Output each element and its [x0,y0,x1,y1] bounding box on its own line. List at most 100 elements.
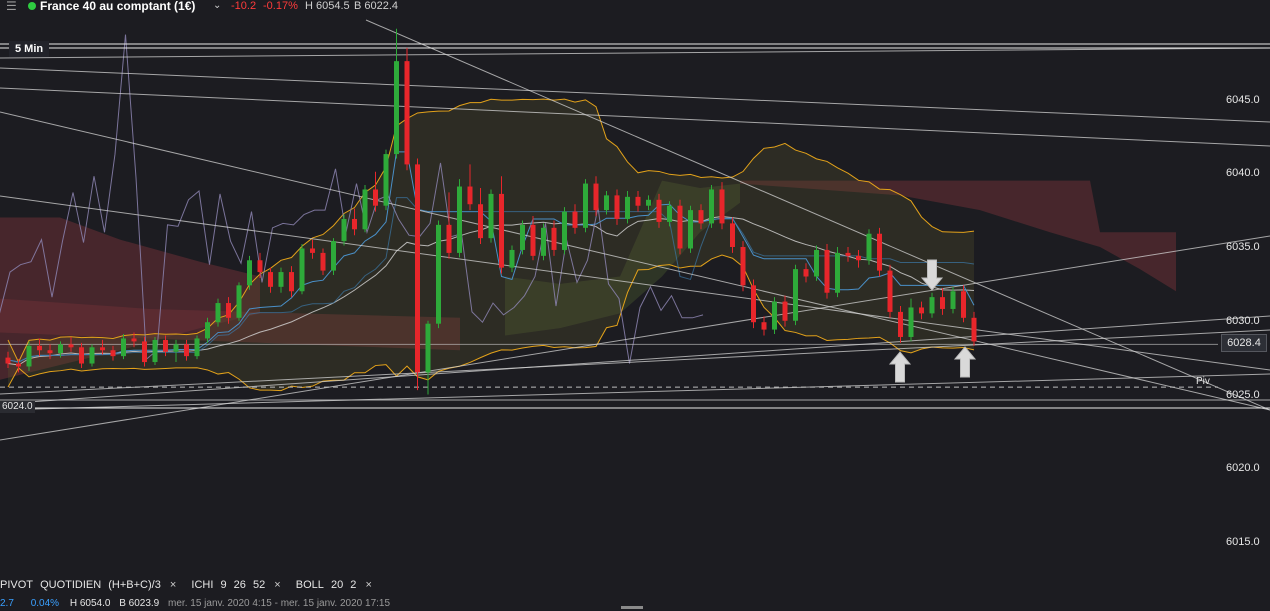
candle-body [457,186,462,253]
candle-body [373,189,378,206]
scroll-handle[interactable] [621,606,643,609]
info-date-range: mer. 15 janv. 2020 4:15 - mer. 15 janv. … [168,598,391,609]
legend-ichi-param-2: 26 [233,579,246,591]
candle-body [100,347,105,351]
candle-body [404,61,410,165]
candle-body [824,249,830,293]
y-tick-label: 6040.0 [1226,167,1260,180]
candle-body [688,210,693,249]
trend-line [0,67,1270,123]
candle-body [184,344,189,357]
candle-body [793,269,798,321]
y-tick-label: 6015.0 [1226,536,1260,548]
close-ichi-icon[interactable]: × [274,579,280,591]
candle-body [89,347,95,364]
candle-body [730,223,735,247]
candle-body [205,322,210,339]
y-tick-label: 6035.0 [1226,241,1260,253]
candle-body [772,301,777,330]
legend-ichi[interactable]: ICHI [191,579,213,591]
candle-body [5,357,11,364]
candle-body [919,307,924,314]
legend-ichi-param-3: 52 [252,579,266,591]
candle-body [940,297,945,309]
candle-body [593,183,599,211]
candle-body [436,224,441,324]
candle-body [16,363,21,367]
candle-body [47,350,53,354]
legend-boll[interactable]: BOLL [296,579,324,591]
candle-body [908,307,914,337]
y-tick-label: 6025.0 [1226,388,1260,401]
candle-body [236,285,242,318]
candle-body [530,224,536,256]
candle-body [751,285,756,323]
arrow-up-icon [888,351,912,383]
price-chart[interactable] [0,0,1270,611]
candle-body [562,211,567,250]
candle-body [26,345,32,367]
legend-boll-param-2: 2 [350,579,357,591]
info-value-1: 2.7 [0,598,14,609]
candle-body [887,270,893,312]
candle-body [856,255,861,261]
candle-body [520,224,525,250]
legend-pivot[interactable]: PIVOT [0,579,33,591]
candle-body [478,204,483,239]
candle-body [845,252,851,256]
indicator-legend: PIVOT QUOTIDIEN (H+B+C)/3 × ICHI 9 26 52… [0,579,376,592]
candle-body [625,196,630,219]
trend-line [0,373,1270,411]
candle-body [446,224,452,253]
candle-body [635,196,641,206]
candle-body [278,272,284,287]
candle-body [341,218,347,242]
candle-body [488,193,494,239]
candle-body [383,154,389,206]
candle-body [656,199,662,222]
timeframe-label[interactable]: 5 Min [9,41,50,57]
candle-body [131,338,137,342]
candle-body [814,249,819,277]
candle-body [467,186,473,205]
candle-body [142,341,147,363]
candle-body [331,241,336,271]
candle-body [572,211,578,228]
candle-body [415,164,420,373]
candle-body [551,227,557,250]
candle-body [667,205,672,222]
candle-body [257,260,263,273]
candle-body [110,350,116,357]
candle-body [509,249,515,268]
candle-body [950,291,956,309]
candle-body [362,189,368,230]
legend-ichi-param-1: 9 [220,579,227,591]
candle-body [835,252,840,293]
candle-body [68,344,74,348]
candle-body [782,301,788,321]
candle-body [677,205,683,249]
trend-line [0,47,1270,59]
legend-pivot-formula: (H+B+C)/3 [108,579,161,591]
trend-line [0,87,1270,147]
left-price-tag: 6024.0 [0,401,35,413]
candle-body [394,61,399,155]
candle-body [877,233,882,271]
candle-body [761,322,767,330]
y-tick-label: 6030.0 [1226,314,1260,327]
candle-body [299,248,305,292]
candle-body [58,344,63,354]
candle-body [247,260,252,286]
candle-body [152,339,158,363]
candle-body [215,303,221,323]
info-bar: 2.7 0.04% H 6054.0 B 6023.9 mer. 15 janv… [0,598,390,610]
close-boll-icon[interactable]: × [365,579,371,591]
candle-body [320,252,326,271]
close-pivot-icon[interactable]: × [170,579,176,591]
candle-body [310,248,315,253]
candle-body [194,338,200,357]
candle-body [37,345,42,351]
candle-body [163,339,168,352]
candle-body [803,269,809,277]
candle-body [866,233,872,261]
